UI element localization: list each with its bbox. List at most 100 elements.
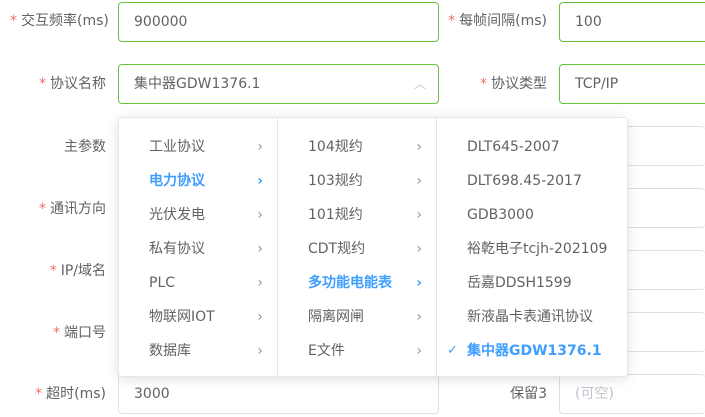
timeout-input[interactable]: 3000 [118, 374, 439, 414]
cascader-item-3[interactable]: 新液晶卡表通讯协议 [437, 300, 627, 334]
required-mark: * [480, 76, 487, 92]
cascader-item-label: 新液晶卡表通讯协议 [467, 309, 593, 325]
cascader-item-3[interactable]: DLT698.45-2017 [437, 164, 627, 198]
cascader-item-2[interactable]: E文件 › [278, 334, 436, 368]
comm-direction-label-text: 通讯方向 [50, 201, 106, 217]
reserved3-input[interactable]: (可空) [559, 374, 705, 414]
cascader-menu-level3: DLT645-2007 DLT698.45-2017 GDB3000 裕乾电子tcjh… [437, 118, 627, 376]
chevron-right-icon: › [257, 309, 263, 325]
protocol-name-value: 集中器GDW1376.1 [134, 76, 261, 92]
protocol-type-label: * 协议类型 [446, 74, 547, 94]
cascader-item-3[interactable]: ✓ 集中器GDW1376.1 [437, 334, 627, 368]
frame-interval-label-text: 每帧间隔(ms) [459, 13, 547, 29]
interaction-freq-input[interactable]: 900000 [118, 2, 439, 42]
cascader-item-label: 岳嘉DDSH1599 [467, 275, 572, 291]
protocol-name-label: * 协议名称 [10, 74, 106, 94]
cascader-item-label: 光伏发电 [149, 207, 205, 223]
port-label: * 端口号 [10, 323, 106, 343]
cascader-item-1[interactable]: 数据库 › [119, 334, 277, 368]
interaction-freq-label-text: 交互频率(ms) [21, 13, 109, 29]
check-icon: ✓ [447, 343, 458, 358]
chevron-right-icon: › [257, 139, 263, 155]
required-mark: * [448, 13, 456, 29]
protocol-name-select[interactable]: 集中器GDW1376.1 ︿ [118, 64, 439, 104]
comm-direction-label: * 通讯方向 [10, 199, 106, 219]
chevron-right-icon: › [416, 139, 422, 155]
cascader-item-3[interactable]: 裕乾电子tcjh-202109 [437, 232, 627, 266]
cascader-item-label: 私有协议 [149, 241, 205, 257]
cascader-item-label: 多功能电能表 [308, 275, 392, 291]
timeout-value: 3000 [134, 386, 170, 402]
required-mark: * [35, 386, 43, 402]
reserved3-placeholder: (可空) [575, 386, 614, 402]
cascader-item-1[interactable]: 工业协议 › [119, 130, 277, 164]
cascader-item-1[interactable]: 光伏发电 › [119, 198, 277, 232]
required-mark: * [39, 76, 46, 92]
cascader-item-label: 104规约 [308, 139, 363, 155]
cascader-item-label: GDB3000 [467, 207, 534, 223]
cascader-item-label: 隔离网闸 [308, 309, 364, 325]
chevron-right-icon: › [257, 173, 263, 189]
cascader-item-label: CDT规约 [308, 241, 366, 257]
cascader-item-label: 集中器GDW1376.1 [467, 343, 602, 359]
chevron-right-icon: › [257, 207, 263, 223]
cascader-item-label: DLT698.45-2017 [467, 173, 582, 189]
chevron-up-icon: ︿ [413, 77, 426, 91]
cascader-item-1[interactable]: 私有协议 › [119, 232, 277, 266]
reserved3-label: 保留3 [446, 384, 547, 404]
cascader-item-2[interactable]: 104规约 › [278, 130, 436, 164]
cascader-item-label: 物联网IOT [149, 309, 215, 325]
chevron-right-icon: › [416, 207, 422, 223]
cascader-item-2[interactable]: 101规约 › [278, 198, 436, 232]
cascader-item-1[interactable]: PLC › [119, 266, 277, 300]
cascader-item-2[interactable]: 103规约 › [278, 164, 436, 198]
timeout-label: * 超时(ms) [10, 384, 106, 404]
cascader-item-3[interactable]: 岳嘉DDSH1599 [437, 266, 627, 300]
chevron-right-icon: › [257, 241, 263, 257]
frame-interval-value: 100 [575, 14, 602, 30]
cascader-item-3[interactable]: DLT645-2007 [437, 130, 627, 164]
cascader-item-label: 工业协议 [149, 139, 205, 155]
chevron-right-icon: › [257, 275, 263, 291]
main-params-label-text: 主参数 [64, 139, 106, 155]
chevron-right-icon: › [257, 343, 263, 359]
required-mark: * [49, 263, 57, 279]
cascader-item-label: E文件 [308, 343, 345, 359]
cascader-item-label: DLT645-2007 [467, 139, 560, 155]
frame-interval-label: * 每帧间隔(ms) [446, 11, 547, 31]
timeout-label-text: 超时(ms) [46, 386, 106, 402]
cascader-item-label: 电力协议 [149, 173, 205, 189]
main-params-label: 主参数 [10, 137, 106, 157]
chevron-right-icon: › [416, 275, 422, 291]
cascader-item-label: PLC [149, 275, 176, 291]
cascader-item-2[interactable]: 多功能电能表 › [278, 266, 436, 300]
cascader-item-3[interactable]: GDB3000 [437, 198, 627, 232]
ip-domain-label-text: IP/域名 [60, 263, 106, 279]
protocol-type-value: TCP/IP [575, 76, 619, 92]
protocol-type-select[interactable]: TCP/IP [559, 64, 705, 104]
chevron-right-icon: › [416, 173, 422, 189]
cascader-item-1[interactable]: 电力协议 › [119, 164, 277, 198]
cascader-item-2[interactable]: 隔离网闸 › [278, 300, 436, 334]
frame-interval-input[interactable]: 100 [559, 2, 705, 42]
cascader-menu-level1: 工业协议 › 电力协议 › 光伏发电 › 私有协议 › PLC › 物联网IOT › 数据库 › [119, 118, 278, 376]
reserved3-label-text: 保留3 [510, 386, 547, 402]
protocol-cascader-dropdown: 工业协议 › 电力协议 › 光伏发电 › 私有协议 › PLC › 物联网IOT › 数据库 › 104规… [118, 117, 628, 377]
port-label-text: 端口号 [64, 325, 106, 341]
cascader-item-label: 裕乾电子tcjh-202109 [467, 241, 608, 257]
chevron-right-icon: › [416, 343, 422, 359]
protocol-name-label-text: 协议名称 [50, 76, 106, 92]
cascader-item-2[interactable]: CDT规约 › [278, 232, 436, 266]
required-mark: * [39, 201, 46, 217]
required-mark: * [10, 13, 17, 29]
cascader-item-1[interactable]: 物联网IOT › [119, 300, 277, 334]
chevron-right-icon: › [416, 309, 422, 325]
interaction-freq-value: 900000 [134, 14, 188, 30]
required-mark: * [53, 325, 60, 341]
cascader-item-label: 101规约 [308, 207, 363, 223]
cascader-menu-level2: 104规约 › 103规约 › 101规约 › CDT规约 › 多功能电能表 › 隔离网闸 › E文件 › [278, 118, 437, 376]
protocol-type-label-text: 协议类型 [491, 76, 547, 92]
cascader-item-label: 数据库 [149, 343, 191, 359]
chevron-right-icon: › [416, 241, 422, 257]
ip-domain-label: * IP/域名 [10, 261, 106, 281]
